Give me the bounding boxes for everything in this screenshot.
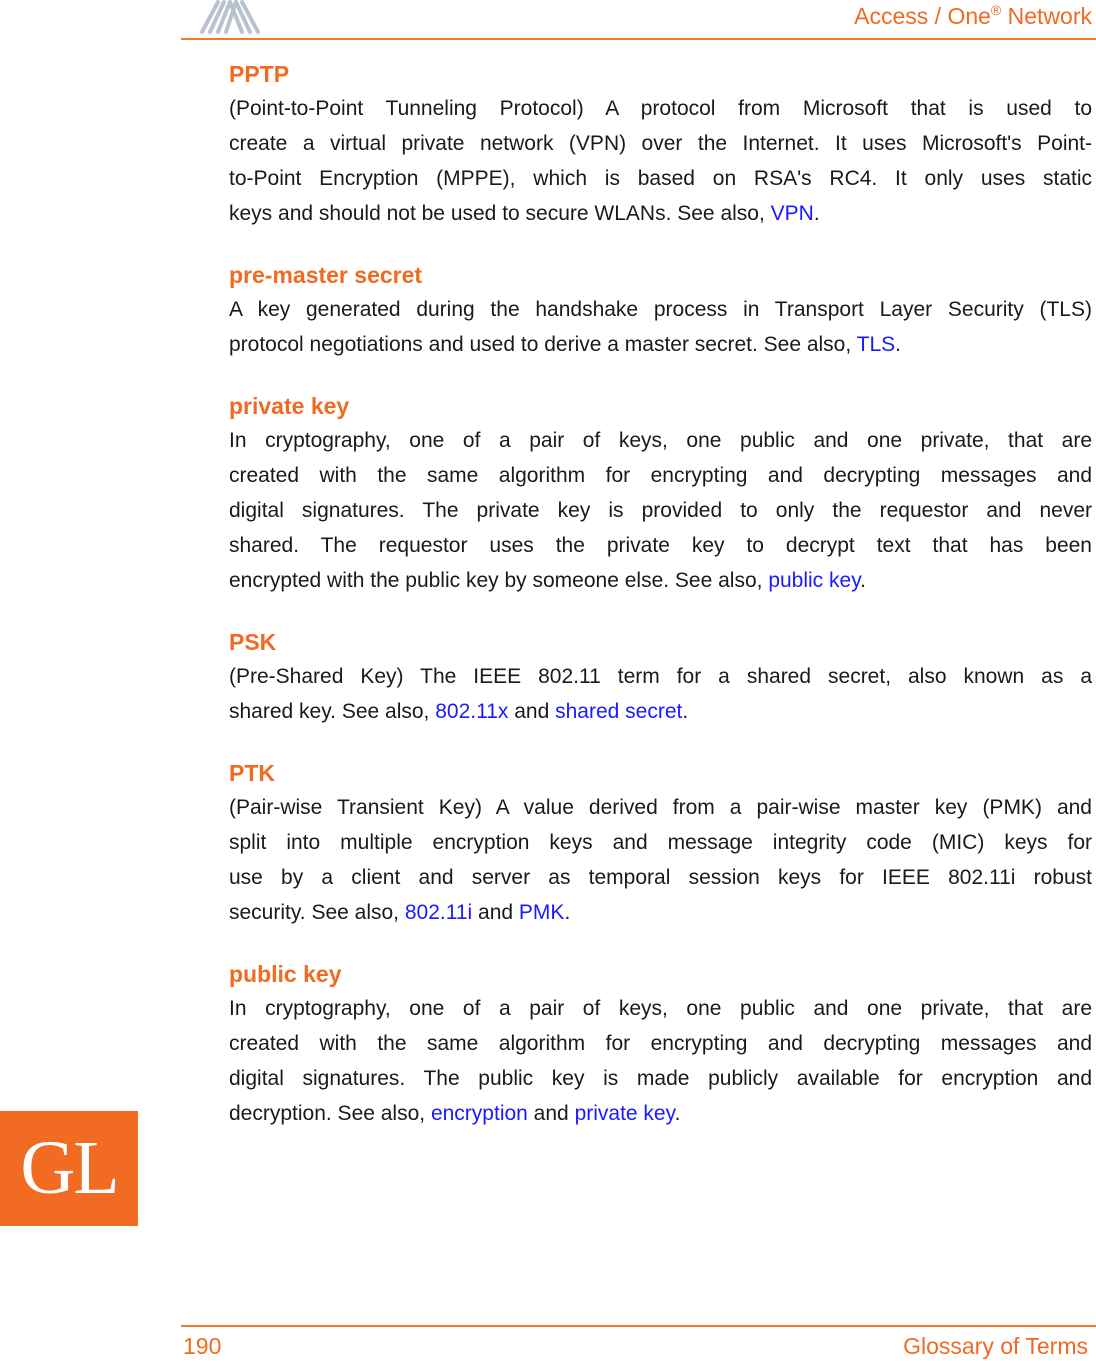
definition-text: use by a client and server as temporal s… xyxy=(229,866,1092,889)
definition-line: shared. The requestor uses the private k… xyxy=(229,528,1092,563)
brand-logo-icon xyxy=(200,0,260,34)
definition-text: split into multiple encryption keys and … xyxy=(229,831,1092,854)
glossary-entry: PSK (Pre-Shared Key) The IEEE 802.11 term… xyxy=(229,626,1092,729)
footer-divider xyxy=(181,1325,1096,1327)
see-also-link[interactable]: 802.11x xyxy=(435,700,508,723)
see-also-link[interactable]: private key xyxy=(575,1102,675,1125)
definition-text: encrypted with the public key by someone… xyxy=(229,569,769,592)
definition-line: In cryptography, one of a pair of keys, … xyxy=(229,991,1092,1026)
definition-line: keys and should not be used to secure WL… xyxy=(229,196,1092,231)
definition-text: (Pre-Shared Key) The IEEE 802.11 term fo… xyxy=(229,665,1092,688)
definition-text: . xyxy=(564,901,571,924)
definition-text: shared. The requestor uses the private k… xyxy=(229,534,1092,557)
definition-text: . xyxy=(813,202,820,225)
definition-text: (Point-to-Point Tunneling Protocol) A pr… xyxy=(229,97,1092,120)
glossary-term: PTK xyxy=(229,760,275,786)
page-number: 190 xyxy=(183,1333,222,1359)
section-title: Glossary of Terms xyxy=(903,1333,1088,1359)
definition-text: and xyxy=(472,901,519,924)
definition-text: . xyxy=(860,569,866,592)
definition-line: decryption. See also, encryption and pri… xyxy=(229,1096,1092,1131)
definition-text: and xyxy=(527,1102,575,1125)
definition-text: digital signatures. The public key is ma… xyxy=(229,1067,1092,1090)
glossary-entry: PTK (Pair-wise Transient Key) A value der… xyxy=(229,757,1092,930)
glossary-term: public key xyxy=(229,961,342,987)
definition-text: to-Point Encryption (MPPE), which is bas… xyxy=(229,167,1092,190)
definition-line: (Pre-Shared Key) The IEEE 802.11 term fo… xyxy=(229,659,1092,694)
definition-text: shared key. See also, xyxy=(229,700,436,723)
see-also-link[interactable]: PMK xyxy=(519,901,565,924)
definition-line: encrypted with the public key by someone… xyxy=(229,563,1092,598)
definition-line: created with the same algorithm for encr… xyxy=(229,1026,1092,1061)
definition-text: security. See also, xyxy=(229,901,405,924)
definition-line: create a virtual private network (VPN) o… xyxy=(229,126,1092,161)
see-also-link[interactable]: public key xyxy=(768,569,860,592)
glossary-entry: PPTP (Point-to-Point Tunneling Protocol) … xyxy=(229,58,1092,231)
document-title: Access / One® Network xyxy=(854,2,1092,30)
definition-text: created with the same algorithm for encr… xyxy=(229,1032,1092,1055)
see-also-link[interactable]: 802.11i xyxy=(405,901,472,924)
definition-text: keys and should not be used to secure WL… xyxy=(229,202,771,225)
glossary-entry: pre-master secret A key generated during … xyxy=(229,259,1092,362)
definition-line: In cryptography, one of a pair of keys, … xyxy=(229,423,1092,458)
definition-text: digital signatures. The private key is p… xyxy=(229,499,1092,522)
definition-text: (Pair-wise Transient Key) A value derive… xyxy=(229,796,1092,819)
registered-mark: ® xyxy=(990,2,1002,18)
title-text: Access / One xyxy=(854,3,991,29)
definition-text: . xyxy=(674,1102,681,1125)
section-tab-glossary: GL xyxy=(0,1111,138,1226)
glossary-entry: private key In cryptography, one of a pai… xyxy=(229,390,1092,598)
glossary-term: pre-master secret xyxy=(229,262,423,288)
definition-text: In cryptography, one of a pair of keys, … xyxy=(229,429,1092,452)
definition-line: shared key. See also, 802.11x and shared… xyxy=(229,694,1092,729)
glossary-content: PPTP (Point-to-Point Tunneling Protocol) … xyxy=(229,58,1092,1159)
glossary-entry: public key In cryptography, one of a pair… xyxy=(229,958,1092,1131)
definition-line: split into multiple encryption keys and … xyxy=(229,825,1092,860)
definition-line: use by a client and server as temporal s… xyxy=(229,860,1092,895)
see-also-link[interactable]: TLS xyxy=(857,333,896,356)
definition-line: digital signatures. The public key is ma… xyxy=(229,1061,1092,1096)
definition-text: In cryptography, one of a pair of keys, … xyxy=(229,997,1092,1020)
see-also-link[interactable]: VPN xyxy=(771,202,814,225)
see-also-link[interactable]: shared secret xyxy=(555,700,682,723)
definition-line: created with the same algorithm for encr… xyxy=(229,458,1092,493)
definition-text: protocol negotiations and used to derive… xyxy=(229,333,857,356)
definition-line: to-Point Encryption (MPPE), which is bas… xyxy=(229,161,1092,196)
header-divider xyxy=(181,38,1096,40)
definition-text: decryption. See also, xyxy=(229,1102,431,1125)
definition-text: A key generated during the handshake pro… xyxy=(229,298,1092,321)
glossary-term: PPTP xyxy=(229,61,290,87)
title-suffix: Network xyxy=(1001,3,1092,29)
see-also-link[interactable]: encryption xyxy=(431,1102,528,1125)
definition-text: create a virtual private network (VPN) o… xyxy=(229,132,1092,155)
definition-line: security. See also, 802.11i and PMK. xyxy=(229,895,1092,930)
section-tab-label: GL xyxy=(20,1126,119,1210)
definition-line: (Pair-wise Transient Key) A value derive… xyxy=(229,790,1092,825)
definition-text: . xyxy=(682,700,689,723)
definition-line: A key generated during the handshake pro… xyxy=(229,292,1092,327)
definition-line: digital signatures. The private key is p… xyxy=(229,493,1092,528)
definition-line: protocol negotiations and used to derive… xyxy=(229,327,1092,362)
glossary-term: PSK xyxy=(229,629,277,655)
definition-text: created with the same algorithm for encr… xyxy=(229,464,1092,487)
definition-text: . xyxy=(895,333,902,356)
glossary-term: private key xyxy=(229,393,350,419)
definition-line: (Point-to-Point Tunneling Protocol) A pr… xyxy=(229,91,1092,126)
definition-text: and xyxy=(508,700,556,723)
